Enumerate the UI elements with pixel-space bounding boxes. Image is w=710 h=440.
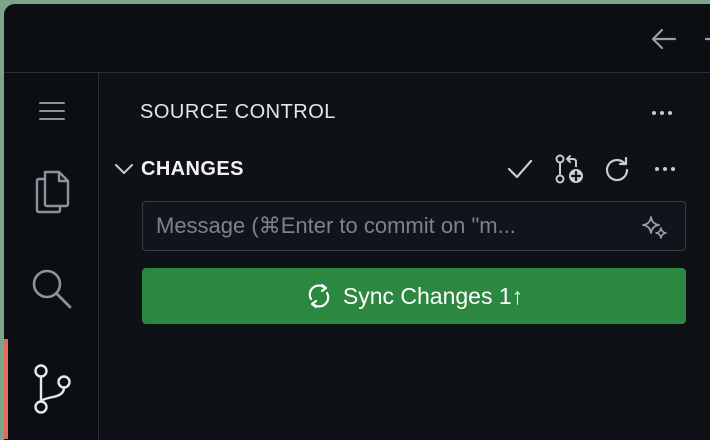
section-title: CHANGES <box>141 158 244 180</box>
forward-arrow-icon[interactable] <box>702 24 710 54</box>
title-bar <box>4 4 710 73</box>
refresh-icon <box>605 156 629 182</box>
sync-icon <box>308 283 330 309</box>
menu-button[interactable] <box>4 81 99 141</box>
explorer-button[interactable] <box>4 161 99 221</box>
refresh-button[interactable] <box>601 153 633 185</box>
editor-window: SOURCE CONTROL CHANGES Message (⌘Enter t… <box>4 4 710 440</box>
more-actions-icon <box>655 167 675 171</box>
panel-title: SOURCE CONTROL <box>140 101 336 123</box>
search-button[interactable] <box>4 259 99 319</box>
commit-message-box <box>142 201 686 251</box>
commit-message-input[interactable] <box>143 202 623 250</box>
sync-button-label: Sync Changes 1↑ <box>342 282 524 309</box>
source-control-button[interactable] <box>4 339 99 439</box>
sync-changes-button[interactable]: Sync Changes 1↑ <box>142 268 686 324</box>
pull-request-icon <box>555 154 583 184</box>
check-icon <box>507 159 533 179</box>
menu-icon <box>38 102 65 120</box>
source-control-panel: SOURCE CONTROL CHANGES Message (⌘Enter t… <box>100 73 710 440</box>
back-arrow-icon[interactable] <box>649 24 679 54</box>
active-indicator <box>4 339 8 439</box>
activity-bar <box>4 73 99 440</box>
sparkle-icon[interactable] <box>641 213 669 241</box>
commit-button[interactable] <box>504 153 536 185</box>
section-more-button[interactable] <box>649 153 681 185</box>
changes-section-header[interactable]: CHANGES <box>100 149 710 189</box>
source-control-icon <box>33 364 71 414</box>
create-pull-request-button[interactable] <box>553 153 585 185</box>
more-actions-icon[interactable] <box>648 99 676 127</box>
explorer-icon <box>35 170 69 214</box>
chevron-down-icon[interactable] <box>112 157 136 181</box>
search-icon <box>32 269 71 309</box>
